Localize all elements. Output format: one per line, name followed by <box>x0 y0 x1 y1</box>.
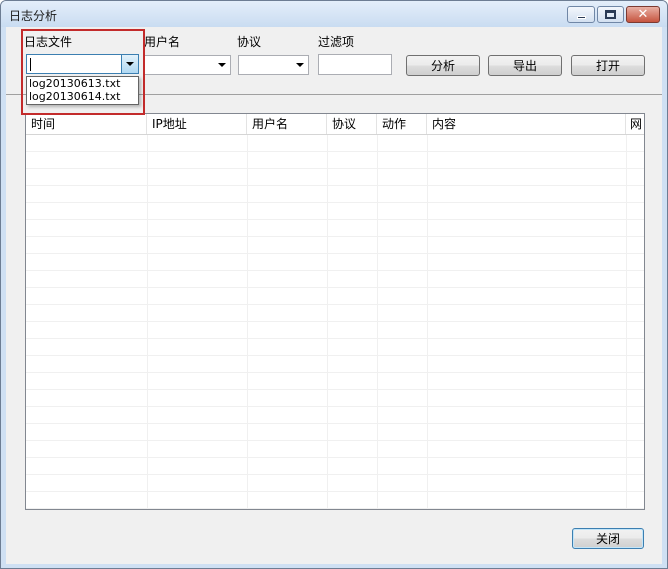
column-divider <box>377 135 378 509</box>
open-button[interactable]: 打开 <box>571 55 645 76</box>
username-label: 用户名 <box>144 35 181 49</box>
column-divider <box>626 135 627 509</box>
client-area: 日志文件 用户名 协议 过滤项 分析 导出 打开 时间 IP地址 用户名 协议 … <box>6 27 662 564</box>
minimize-button[interactable] <box>567 6 595 23</box>
column-header-action[interactable]: 动作 <box>377 114 427 134</box>
filter-input[interactable] <box>318 54 392 75</box>
column-divider <box>247 135 248 509</box>
protocol-combo[interactable] <box>238 55 309 75</box>
filter-label: 过滤项 <box>318 35 355 49</box>
close-icon: ✕ <box>637 7 649 22</box>
close-window-button[interactable]: ✕ <box>626 6 660 23</box>
column-divider <box>327 135 328 509</box>
close-button[interactable]: 关闭 <box>572 528 644 549</box>
table-body <box>26 135 644 509</box>
column-header-protocol[interactable]: 协议 <box>327 114 377 134</box>
log-table[interactable]: 时间 IP地址 用户名 协议 动作 内容 网 <box>25 113 645 510</box>
export-button[interactable]: 导出 <box>488 55 562 76</box>
maximize-icon <box>605 10 616 19</box>
title-bar[interactable]: 日志分析 ✕ <box>1 1 667 27</box>
username-dropdown-button[interactable] <box>213 56 230 74</box>
table-header: 时间 IP地址 用户名 协议 动作 内容 网 <box>26 114 644 135</box>
dropdown-option[interactable]: log20130614.txt <box>27 90 138 103</box>
chevron-down-icon <box>217 63 226 67</box>
protocol-label: 协议 <box>237 35 262 49</box>
column-divider <box>147 135 148 509</box>
column-header-time[interactable]: 时间 <box>26 114 147 134</box>
column-header-ip[interactable]: IP地址 <box>147 114 247 134</box>
analyze-button[interactable]: 分析 <box>406 55 480 76</box>
column-header-more[interactable]: 网 <box>626 114 644 134</box>
dropdown-option[interactable]: log20130613.txt <box>27 77 138 90</box>
column-header-username[interactable]: 用户名 <box>247 114 327 134</box>
chevron-down-icon <box>295 63 304 67</box>
minimize-icon <box>576 16 586 19</box>
log-file-dropdown-list[interactable]: log20130613.txt log20130614.txt <box>26 76 139 105</box>
column-divider <box>427 135 428 509</box>
window-title: 日志分析 <box>9 9 58 23</box>
main-window: 日志分析 ✕ 日志文件 用户名 协议 过滤项 分析 导出 打开 时间 IP地址 … <box>0 0 668 569</box>
username-combo[interactable] <box>144 55 231 75</box>
protocol-dropdown-button[interactable] <box>291 56 308 74</box>
maximize-button[interactable] <box>597 6 624 23</box>
column-header-content[interactable]: 内容 <box>427 114 626 134</box>
